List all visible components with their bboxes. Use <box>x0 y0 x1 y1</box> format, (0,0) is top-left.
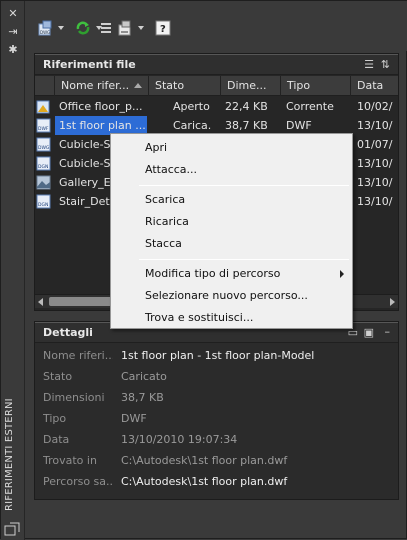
svg-text:DWG: DWG <box>38 145 50 151</box>
submenu-arrow-icon <box>340 270 344 278</box>
detail-value: DWF <box>121 412 147 425</box>
dwg-file-icon <box>36 100 50 114</box>
column-header-type[interactable]: Tipo <box>281 76 351 96</box>
context-menu: Apri Attacca... Scarica Ricarica Stacca … <box>110 133 353 329</box>
menu-item-find-replace[interactable]: Trova e sostituisci... <box>145 311 253 324</box>
scroll-right-icon[interactable] <box>390 298 395 306</box>
svg-text:DGN: DGN <box>38 164 48 170</box>
menu-item-open[interactable]: Apri <box>145 141 167 154</box>
scroll-left-icon[interactable] <box>38 298 43 306</box>
refresh-button[interactable] <box>75 18 102 38</box>
menu-item-change-path-type[interactable]: Modifica tipo di percorso <box>145 267 280 280</box>
menu-item-select-new-path[interactable]: Selezionare nuovo percorso... <box>145 289 308 302</box>
properties-icon[interactable]: ✱ <box>5 43 21 57</box>
palette-title-bar[interactable]: ✕ ⇥ ✱ RIFERIMENTI ESTERNI <box>1 1 25 540</box>
file-references-header: Riferimenti file ☰ ⇅ <box>35 54 398 75</box>
table-row[interactable]: Office floor_p... Aperto 22,4 KB Corrent… <box>35 97 398 116</box>
menu-item-unload[interactable]: Scarica <box>145 193 185 206</box>
file-references-title: Riferimenti file <box>43 58 136 71</box>
list-view-icon <box>101 23 111 33</box>
detail-label: Dimensioni <box>43 391 105 404</box>
collapse-icon[interactable]: – <box>385 322 391 342</box>
svg-text:DGN: DGN <box>38 202 48 208</box>
column-header-date[interactable]: Data <box>351 76 398 96</box>
icon-column-header <box>35 76 55 96</box>
menu-separator <box>139 259 349 260</box>
resize-icon[interactable] <box>4 522 20 536</box>
column-header-row: Nome rifer... Stato Dime... Tipo Data <box>35 76 398 96</box>
details-title: Dettagli <box>43 326 93 339</box>
menu-item-detach[interactable]: Stacca <box>145 237 182 250</box>
menu-separator <box>139 185 349 186</box>
svg-text:DWG: DWG <box>40 30 50 35</box>
detail-value[interactable]: C:\Autodesk\1st floor plan.dwf <box>121 475 287 488</box>
column-header-name[interactable]: Nome rifer... <box>55 76 149 96</box>
chevron-down-icon[interactable] <box>58 26 64 30</box>
detail-label: Tipo <box>43 412 67 425</box>
detail-value: 38,7 KB <box>121 391 164 404</box>
chevron-down-icon[interactable] <box>138 26 144 30</box>
svg-text:DWF: DWF <box>38 126 49 132</box>
change-path-button[interactable] <box>117 18 144 38</box>
attach-dwg-button[interactable]: DWG <box>37 18 64 38</box>
detail-value: C:\Autodesk\1st floor plan.dwf <box>121 454 288 467</box>
list-view-button[interactable] <box>101 18 111 38</box>
detail-value[interactable]: 1st floor plan - 1st floor plan-Model <box>121 349 314 362</box>
image-file-icon <box>36 175 51 190</box>
column-header-size[interactable]: Dime... <box>221 76 281 96</box>
detail-label: Trovato in <box>43 454 97 467</box>
dwg-file-icon: DWG <box>36 137 51 152</box>
detail-label: Stato <box>43 370 73 383</box>
tree-view-icon[interactable]: ⇅ <box>381 55 390 75</box>
autohide-icon[interactable]: ⇥ <box>5 25 21 39</box>
menu-item-reload[interactable]: Ricarica <box>145 215 189 228</box>
dgn-file-icon: DGN <box>36 194 51 209</box>
detail-value: Caricato <box>121 370 167 383</box>
column-header-status[interactable]: Stato <box>149 76 221 96</box>
external-references-palette: ✕ ⇥ ✱ RIFERIMENTI ESTERNI DWG ? Riferime… <box>0 0 407 540</box>
sort-ascending-icon <box>134 83 142 88</box>
detail-label: Nome riferi... <box>43 349 113 362</box>
details-panel: Dettagli ▭ ▣ – Nome riferi... 1st floor … <box>34 321 399 500</box>
preview-icon[interactable]: ▣ <box>364 323 374 343</box>
detail-value: 13/10/2010 19:07:34 <box>121 433 238 446</box>
svg-text:?: ? <box>160 24 166 35</box>
menu-item-attach[interactable]: Attacca... <box>145 163 197 176</box>
detail-label: Percorso sa... <box>43 475 113 488</box>
help-icon: ? <box>155 20 171 36</box>
dwf-file-icon: DWF <box>36 118 51 133</box>
close-icon[interactable]: ✕ <box>5 7 21 21</box>
refresh-icon <box>76 21 90 35</box>
change-path-icon <box>118 20 131 36</box>
palette-title: RIFERIMENTI ESTERNI <box>4 398 15 511</box>
detail-label: Data <box>43 433 70 446</box>
attach-dwg-icon: DWG <box>38 20 52 36</box>
list-view-icon[interactable]: ☰ <box>364 55 374 75</box>
toolbar: DWG ? <box>25 1 407 51</box>
scrollbar-thumb[interactable] <box>49 297 119 306</box>
dgn-file-icon: DGN <box>36 156 51 171</box>
help-button[interactable]: ? <box>155 18 171 38</box>
